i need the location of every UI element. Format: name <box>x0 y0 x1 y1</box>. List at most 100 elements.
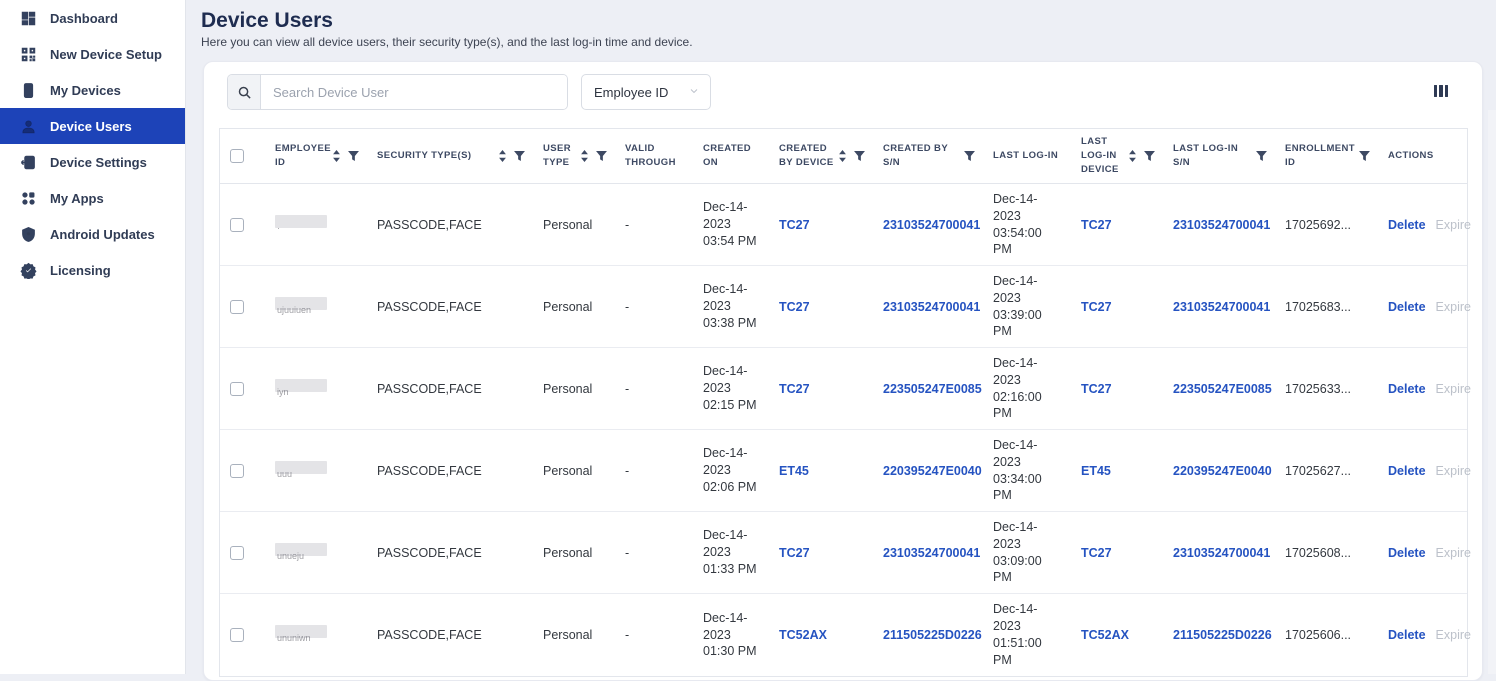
filter-icon[interactable] <box>1144 151 1155 161</box>
cell-last_login_device: ET45 <box>1071 430 1163 511</box>
filter-icon[interactable] <box>514 151 525 161</box>
last-login-device-link[interactable]: ET45 <box>1081 464 1111 478</box>
delete-button[interactable]: Delete <box>1388 300 1426 314</box>
delete-button[interactable]: Delete <box>1388 546 1426 560</box>
cell-select <box>220 430 265 511</box>
cell-valid_through: - <box>625 381 630 396</box>
column-label: CREATED BY DEVICE <box>779 143 834 168</box>
sort-icon[interactable] <box>580 150 589 162</box>
row-checkbox[interactable] <box>230 381 244 396</box>
sidebar-item-device-settings[interactable]: Device Settings <box>0 144 185 180</box>
cell-created_by_device: TC27 <box>769 512 873 593</box>
cell-last_login: Dec-14-2023 03:09:00 PM <box>993 519 1042 585</box>
cell-valid_through: - <box>625 299 630 314</box>
last-login-device-link[interactable]: TC27 <box>1081 300 1112 314</box>
last-login-device-link[interactable]: TC27 <box>1081 546 1112 560</box>
filter-icon[interactable] <box>854 151 865 161</box>
filter-icon[interactable] <box>1256 151 1267 161</box>
sidebar-item-label: Android Updates <box>50 226 155 242</box>
last-login-sn-link[interactable]: 23103524700041 <box>1173 218 1270 232</box>
sort-icon[interactable] <box>1128 150 1137 162</box>
column-header-icons <box>1128 150 1155 162</box>
cell-actions: Delete Expire <box>1378 348 1471 429</box>
column-header-user_type: USER TYPE <box>533 129 615 183</box>
sidebar-item-android-updates[interactable]: Android Updates <box>0 216 185 252</box>
cell-last_login_device: TC27 <box>1071 266 1163 347</box>
row-checkbox[interactable] <box>230 628 244 642</box>
last-login-sn-link[interactable]: 223505247E0085 <box>1173 382 1272 396</box>
expire-button-disabled: Expire <box>1435 217 1471 232</box>
sidebar-item-licensing[interactable]: Licensing <box>0 252 185 288</box>
cell-created_on: Dec-14-2023 02:15 PM <box>703 364 757 412</box>
column-label: ACTIONS <box>1388 150 1434 162</box>
column-picker-icon[interactable] <box>1433 85 1448 97</box>
sidebar-item-dashboard[interactable]: Dashboard <box>0 0 185 36</box>
select-all-checkbox[interactable] <box>230 149 244 163</box>
delete-button[interactable]: Delete <box>1388 628 1426 642</box>
cell-security: PASSCODE,FACE <box>377 299 482 314</box>
cell-select <box>220 266 265 347</box>
filter-icon[interactable] <box>1359 151 1370 161</box>
created-by-sn-link[interactable]: 23103524700041 <box>883 546 980 560</box>
last-login-device-link[interactable]: TC27 <box>1081 218 1112 232</box>
created-by-device-link[interactable]: TC27 <box>779 300 810 314</box>
search-device-user <box>227 74 568 110</box>
last-login-sn-link[interactable]: 211505225D0226 <box>1173 628 1272 642</box>
cell-employee_id: ujuuiuen <box>265 266 367 347</box>
column-header-icons <box>964 151 975 161</box>
delete-button[interactable]: Delete <box>1388 464 1426 478</box>
sidebar-item-my-apps[interactable]: My Apps <box>0 180 185 216</box>
created-by-device-link[interactable]: TC52AX <box>779 628 827 642</box>
delete-button[interactable]: Delete <box>1388 218 1426 232</box>
sort-icon[interactable] <box>332 150 341 162</box>
search-input[interactable] <box>261 75 567 109</box>
created-by-device-link[interactable]: ET45 <box>779 464 809 478</box>
sidebar-item-label: My Apps <box>50 190 104 206</box>
column-label: VALID THROUGH <box>625 143 676 168</box>
last-login-sn-link[interactable]: 23103524700041 <box>1173 546 1270 560</box>
cell-select <box>220 594 265 676</box>
sidebar-item-device-users[interactable]: Device Users <box>0 108 185 144</box>
filter-icon[interactable] <box>348 151 359 161</box>
row-checkbox[interactable] <box>230 217 244 232</box>
employee-id-remnant: uuu <box>277 468 293 479</box>
delete-button[interactable]: Delete <box>1388 382 1426 396</box>
last-login-device-link[interactable]: TC52AX <box>1081 628 1129 642</box>
page-title: Device Users <box>201 9 333 32</box>
created-by-device-link[interactable]: TC27 <box>779 546 810 560</box>
sidebar-item-label: Device Settings <box>50 154 147 170</box>
last-login-device-link[interactable]: TC27 <box>1081 382 1112 396</box>
created-by-sn-link[interactable]: 23103524700041 <box>883 218 980 232</box>
created-by-device-link[interactable]: TC27 <box>779 218 810 232</box>
employee-id-remnant: iyn <box>277 386 289 397</box>
created-by-sn-link[interactable]: 220395247E0040 <box>883 464 982 478</box>
sidebar-item-label: Licensing <box>50 262 111 278</box>
last-login-sn-link[interactable]: 220395247E0040 <box>1173 464 1272 478</box>
row-checkbox[interactable] <box>230 463 244 478</box>
vertical-scrollbar[interactable] <box>1488 110 1496 674</box>
last-login-sn-link[interactable]: 23103524700041 <box>1173 300 1270 314</box>
sort-icon[interactable] <box>838 150 847 162</box>
cell-created_by_sn: 223505247E0085 <box>873 348 983 429</box>
row-checkbox[interactable] <box>230 545 244 560</box>
filter-icon[interactable] <box>964 151 975 161</box>
row-checkbox[interactable] <box>230 299 244 314</box>
cell-created_by_sn: 23103524700041 <box>873 184 983 265</box>
cell-user_type: Personal <box>543 381 593 396</box>
column-header-icons <box>1359 151 1370 161</box>
created-by-device-link[interactable]: TC27 <box>779 382 810 396</box>
cell-created_by_sn: 211505225D0226 <box>873 594 983 676</box>
qr-scan-icon <box>19 45 37 63</box>
created-by-sn-link[interactable]: 23103524700041 <box>883 300 980 314</box>
created-by-sn-link[interactable]: 211505225D0226 <box>883 628 982 642</box>
expire-button-disabled: Expire <box>1435 463 1471 478</box>
cell-last_login: Dec-14-2023 01:51:00 PM <box>993 602 1042 667</box>
sort-icon[interactable] <box>498 150 507 162</box>
table-row: unueju PASSCODE,FACE Personal - Dec-14-2023 … <box>220 512 1471 594</box>
sidebar-item-my-devices[interactable]: My Devices <box>0 72 185 108</box>
filter-icon[interactable] <box>596 151 607 161</box>
employee-id-remnant: ujuuiuen <box>277 304 312 315</box>
search-field-dropdown[interactable]: Employee ID <box>581 74 711 110</box>
sidebar-item-new-device-setup[interactable]: New Device Setup <box>0 36 185 72</box>
created-by-sn-link[interactable]: 223505247E0085 <box>883 382 982 396</box>
